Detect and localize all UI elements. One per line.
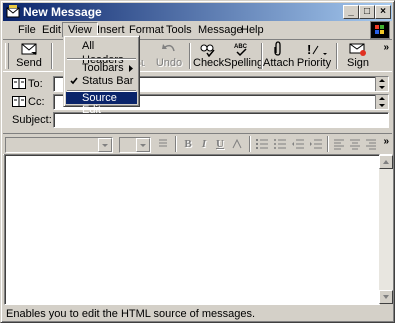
spelling-icon: ABC [234, 44, 248, 57]
subject-row: Subject: [3, 111, 392, 128]
minimize-button[interactable]: _ [343, 5, 359, 19]
submenu-arrow-icon [129, 65, 133, 72]
check-icon [200, 44, 215, 57]
format-more-chevron[interactable]: » [383, 136, 389, 147]
spelling-button[interactable]: ABC Spelling [224, 41, 263, 70]
italic-button[interactable]: I [197, 137, 211, 151]
priority-button[interactable]: ! Priority [295, 41, 333, 70]
send-icon [21, 43, 37, 55]
menu-item-toolbars[interactable]: Toolbars [66, 61, 137, 75]
menu-separator [67, 58, 136, 60]
paragraph-style-icon[interactable] [156, 137, 170, 151]
priority-icon: ! [307, 42, 327, 57]
checkmark-icon [70, 77, 78, 85]
address-book-icon[interactable] [12, 96, 26, 107]
check-button[interactable]: Check [193, 41, 224, 70]
bulleted-list-icon[interactable] [273, 138, 287, 150]
toolbar-separator [189, 43, 191, 69]
menu-item-status-bar[interactable]: Status Bar [66, 74, 137, 88]
align-left-icon[interactable] [333, 138, 345, 150]
numbered-list-icon[interactable] [255, 138, 269, 150]
sign-button[interactable]: Sign [343, 41, 373, 70]
toolbar-separator [336, 43, 338, 69]
toolbar-separator [51, 43, 53, 69]
status-bar: Enables you to edit the HTML source of m… [3, 306, 392, 321]
menu-item-source-edit[interactable]: Source Edit [66, 92, 137, 116]
align-right-icon[interactable] [365, 138, 377, 150]
menu-help[interactable]: Help [236, 23, 269, 37]
scroll-down-arrow-icon[interactable] [379, 290, 393, 304]
attach-icon [274, 41, 281, 56]
envelope-icon [6, 5, 20, 18]
bold-button[interactable]: B [181, 137, 195, 151]
status-text: Enables you to edit the HTML source of m… [6, 308, 256, 320]
toolbar-separator [175, 136, 177, 152]
undo-icon [162, 44, 175, 52]
window-title: New Message [23, 5, 102, 19]
font-combo[interactable] [5, 137, 113, 153]
address-book-icon[interactable] [12, 78, 26, 89]
to-row: To: [3, 75, 392, 92]
windows-logo-icon [370, 21, 390, 39]
increase-indent-icon[interactable] [309, 138, 323, 150]
toolbar-separator [249, 136, 251, 152]
message-window: New Message _ □ × File Edit View Insert … [0, 0, 395, 323]
subject-label: Subject: [12, 114, 52, 126]
formatting-toolbar: B I U » [3, 133, 392, 155]
view-menu-dropdown: All Headers Toolbars Status Bar Source E… [63, 35, 140, 116]
standard-toolbar: Send Cut Undo Check ABC [3, 39, 392, 72]
message-body[interactable] [4, 154, 380, 305]
undo-button[interactable]: Undo [154, 41, 184, 70]
title-bar: New Message _ □ × [3, 3, 392, 21]
align-center-icon[interactable] [349, 138, 361, 150]
scroll-up-arrow-icon[interactable] [379, 155, 393, 169]
to-label: To: [28, 78, 43, 90]
toolbar-separator [327, 136, 329, 152]
cc-row: Cc: [3, 93, 392, 110]
chevron-down-icon[interactable] [136, 138, 150, 152]
to-field-scroll[interactable] [375, 77, 388, 91]
attach-button[interactable]: Attach [263, 41, 294, 70]
cc-field-scroll[interactable] [375, 95, 388, 109]
svg-text:!: ! [307, 42, 311, 57]
send-button[interactable]: Send [11, 41, 47, 70]
font-size-combo[interactable] [119, 137, 151, 153]
close-button[interactable]: × [375, 5, 391, 19]
underline-button[interactable]: U [213, 137, 227, 151]
decrease-indent-icon[interactable] [291, 138, 305, 150]
maximize-button[interactable]: □ [359, 5, 375, 19]
body-scrollbar[interactable] [379, 155, 393, 304]
toolbar-more-chevron[interactable]: » [383, 42, 389, 53]
toolbar-grip[interactable] [5, 43, 9, 69]
font-color-icon[interactable] [231, 138, 243, 150]
sign-icon [349, 43, 366, 56]
menu-item-all-headers[interactable]: All Headers [66, 39, 137, 66]
menu-bar: File Edit View Insert Format Tools Messa… [3, 22, 392, 38]
cc-label: Cc: [28, 96, 45, 108]
chevron-down-icon[interactable] [98, 138, 112, 152]
menu-tools[interactable]: Tools [161, 23, 197, 37]
